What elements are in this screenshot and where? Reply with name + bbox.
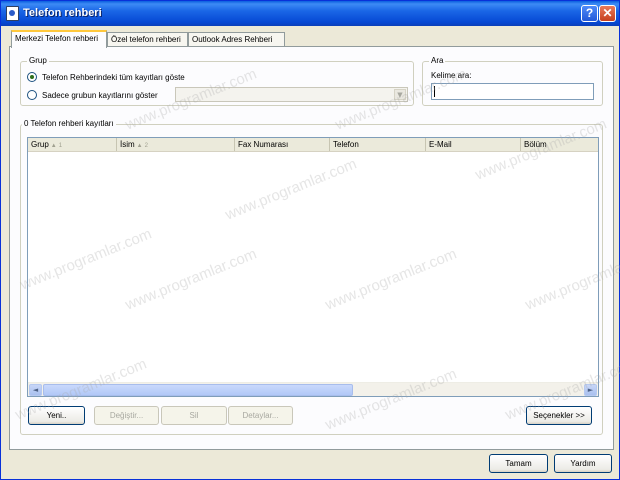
column-header-isim[interactable]: İsim ▲ 2 — [117, 138, 235, 151]
sort-order-grup: 1 — [58, 143, 63, 149]
radio-all-records-label: Telefon Rehberindeki tüm kayıtları göste — [42, 72, 185, 82]
ara-group: Ara Kelime ara: — [422, 56, 603, 106]
search-input[interactable] — [431, 83, 594, 100]
table-header: Grup ▲ 1 İsim ▲ 2 Fax Numarası Telefon E-Mai… — [28, 138, 598, 152]
help-dialog-button[interactable]: Yardım — [554, 454, 612, 473]
grup-group: Grup Telefon Rehberindeki tüm kayıtları … — [20, 56, 414, 106]
column-header-telefon[interactable]: Telefon — [330, 138, 426, 151]
ara-group-label: Ara — [429, 56, 446, 65]
details-button[interactable]: Detaylar... — [228, 406, 293, 425]
column-header-email[interactable]: E-Mail — [426, 138, 521, 151]
title-bar[interactable]: Telefon rehberi ? ✕ — [1, 1, 619, 26]
tab-merkezi-telefon-rehberi[interactable]: Merkezi Telefon rehberi — [11, 30, 107, 48]
column-header-isim-label: İsim — [120, 140, 135, 149]
column-header-grup[interactable]: Grup ▲ 1 — [28, 138, 117, 151]
window-title: Telefon rehberi — [23, 7, 102, 19]
help-button[interactable]: ? — [581, 5, 598, 22]
scrollbar-thumb[interactable] — [43, 384, 353, 396]
records-table[interactable]: Grup ▲ 1 İsim ▲ 2 Fax Numarası Telefon E-Mai… — [27, 137, 599, 397]
scroll-right-icon[interactable]: ► — [584, 384, 597, 396]
sort-order-isim: 2 — [144, 143, 148, 149]
tab-outlook-adres-rehberi[interactable]: Outlook Adres Rehberi — [188, 32, 285, 47]
delete-button[interactable]: Sil — [161, 406, 227, 425]
tab-ozel-telefon-rehberi[interactable]: Özel telefon rehberi — [107, 32, 188, 47]
options-button[interactable]: Seçenekler >> — [526, 406, 592, 425]
sort-indicator-icon: ▲ — [136, 143, 143, 149]
group-select[interactable]: ▼ — [175, 87, 408, 102]
radio-all-records[interactable]: Telefon Rehberindeki tüm kayıtları göste — [27, 71, 185, 83]
new-button[interactable]: Yeni.. — [28, 406, 85, 425]
column-header-bolum[interactable]: Bölüm — [521, 138, 598, 151]
text-caret — [434, 86, 435, 97]
ok-button[interactable]: Tamam — [489, 454, 548, 473]
chevron-down-icon[interactable]: ▼ — [394, 89, 406, 100]
radio-all-records-indicator[interactable] — [27, 72, 37, 82]
scroll-left-icon[interactable]: ◄ — [29, 384, 42, 396]
column-header-grup-label: Grup — [31, 140, 49, 149]
radio-group-records-label: Sadece grubun kayıtlarını göster — [42, 90, 158, 100]
sort-indicator-icon: ▲ — [50, 143, 57, 149]
records-group-label: 0 Telefon rehberi kayıtları — [22, 119, 116, 128]
search-field-label: Kelime ara: — [431, 71, 472, 80]
edit-button[interactable]: Değiştir... — [94, 406, 159, 425]
column-header-fax-numarasi[interactable]: Fax Numarası — [235, 138, 330, 151]
dialog-window: Telefon rehberi ? ✕ Merkezi Telefon rehb… — [0, 0, 620, 480]
horizontal-scrollbar[interactable]: ◄ ► — [28, 382, 598, 396]
phonebook-icon — [6, 6, 19, 21]
radio-group-records-indicator[interactable] — [27, 90, 37, 100]
close-button[interactable]: ✕ — [599, 5, 616, 22]
radio-group-records[interactable]: Sadece grubun kayıtlarını göster — [27, 89, 158, 101]
tab-panel: Grup Telefon Rehberindeki tüm kayıtları … — [9, 46, 614, 450]
grup-group-label: Grup — [27, 56, 49, 65]
